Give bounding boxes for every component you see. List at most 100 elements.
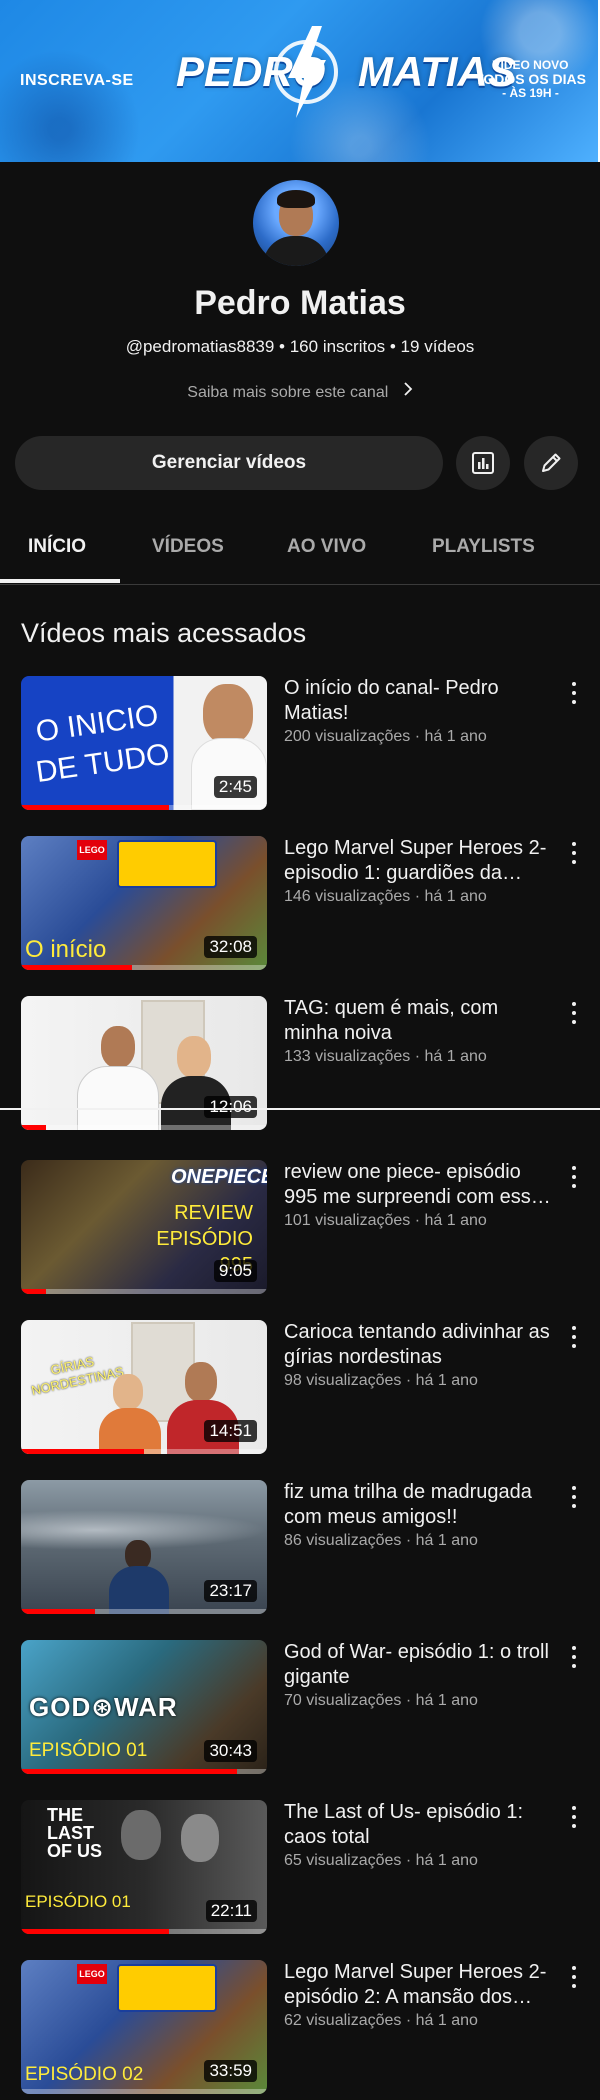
video-meta: 200 visualizações · há 1 ano: [284, 728, 487, 745]
watch-progress: [21, 1929, 169, 1934]
thumbnail-person2: [177, 1036, 211, 1078]
thumbnail-person-body: [109, 1566, 169, 1614]
video-item[interactable]: LEGO O início 32:08 Lego Marvel Super He…: [0, 836, 600, 976]
video-title[interactable]: review one piece- episódio 995 me surpre…: [284, 1160, 554, 1210]
banner-schedule: VÍDEO NOVO TODOS OS DIAS - ÀS 19H -: [475, 58, 586, 100]
analytics-button[interactable]: [456, 436, 510, 490]
video-title[interactable]: TAG: quem é mais, com minha noiva: [284, 996, 554, 1046]
video-title[interactable]: The Last of Us- episódio 1: caos total: [284, 1800, 554, 1850]
video-item[interactable]: GOD⊛WAR EPISÓDIO 01 30:43 God of War- ep…: [0, 1640, 600, 1780]
lego-logo: LEGO: [77, 840, 107, 860]
avatar-hair: [277, 190, 315, 208]
video-thumbnail[interactable]: GOD⊛WAR EPISÓDIO 01 30:43: [21, 1640, 267, 1774]
channel-avatar[interactable]: [253, 180, 339, 266]
thumbnail-person: [113, 1374, 143, 1410]
watch-progress: [21, 1125, 46, 1130]
video-item[interactable]: THE LAST OF US EPISÓDIO 01 22:11 The Last …: [0, 1800, 600, 1940]
thumbnail-person2: [181, 1814, 219, 1862]
video-thumbnail[interactable]: GÍRIAS NORDESTINAS 14:51: [21, 1320, 267, 1454]
video-duration: 33:59: [204, 2060, 257, 2082]
video-item[interactable]: 12:06 TAG: quem é mais, com minha noiva …: [0, 996, 600, 1136]
thumbnail-person: [101, 1026, 135, 1068]
thumbnail-text: EPISÓDIO 01: [29, 1740, 148, 1761]
thumbnail-person-body: [191, 738, 267, 810]
video-title[interactable]: O início do canal- Pedro Matias!: [284, 676, 554, 726]
video-thumbnail[interactable]: LEGO EPISÓDIO 02 33:59: [21, 1960, 267, 2094]
video-title[interactable]: Carioca tentando adivinhar as gírias nor…: [284, 1320, 554, 1370]
video-thumbnail[interactable]: O INICIO DE TUDO 2:45: [21, 676, 267, 810]
banner-schedule-line3: - ÀS 19H -: [502, 86, 559, 100]
channel-more-label: Saiba mais sobre este canal: [187, 384, 389, 401]
thumbnail-text: O INICIO DE TUDO: [33, 698, 172, 790]
video-meta: 65 visualizações · há 1 ano: [284, 1852, 478, 1869]
watch-progress: [21, 1609, 95, 1614]
video-duration: 14:51: [204, 1420, 257, 1442]
thumbnail-person-body: [99, 1408, 161, 1454]
more-vert-icon[interactable]: [566, 1966, 582, 1988]
video-thumbnail[interactable]: ONEPIECE REVIEW EPISÓDIO 995 9:05: [21, 1160, 267, 1294]
section-title: Vídeos mais acessados: [21, 618, 307, 648]
video-meta: 70 visualizações · há 1 ano: [284, 1692, 478, 1709]
avatar-body: [263, 236, 329, 266]
tab-inicio[interactable]: INÍCIO: [28, 528, 86, 584]
tab-videos[interactable]: VÍDEOS: [152, 528, 224, 584]
video-duration: 12:06: [204, 1096, 257, 1118]
more-vert-icon[interactable]: [566, 1486, 582, 1508]
video-duration: 22:11: [205, 1900, 257, 1922]
video-title[interactable]: God of War- episódio 1: o troll gigante: [284, 1640, 554, 1690]
video-title[interactable]: fiz uma trilha de madrugada com meus ami…: [284, 1480, 554, 1530]
video-item[interactable]: LEGO EPISÓDIO 02 33:59 Lego Marvel Super…: [0, 1960, 600, 2100]
video-title[interactable]: Lego Marvel Super Heroes 2- episódio 2: …: [284, 1960, 554, 2010]
thumbnail-person-body: [77, 1066, 159, 1130]
lightning-bolt-icon: [274, 26, 338, 118]
thumbnail-text: EPISÓDIO 02: [25, 2064, 144, 2085]
manage-videos-button[interactable]: Gerenciar vídeos: [15, 436, 443, 490]
channel-banner: INSCREVA-SE PEDRO MATIAS VÍDEO NOVO TODO…: [0, 0, 600, 162]
video-title[interactable]: Lego Marvel Super Heroes 2- episodio 1: …: [284, 836, 554, 886]
video-duration: 9:05: [213, 1260, 257, 1282]
banner-schedule-line2: TODOS OS DIAS: [475, 71, 586, 87]
video-meta: 62 visualizações · há 1 ano: [284, 2012, 478, 2029]
one-piece-logo: ONEPIECE: [171, 1166, 267, 1188]
thumbnail-person2: [185, 1362, 217, 1402]
more-vert-icon[interactable]: [566, 1326, 582, 1348]
game-logo: [117, 840, 217, 888]
video-thumbnail[interactable]: LEGO O início 32:08: [21, 836, 267, 970]
channel-more-link[interactable]: Saiba mais sobre este canal: [0, 381, 600, 402]
video-duration: 2:45: [213, 776, 257, 798]
video-item[interactable]: O INICIO DE TUDO 2:45 O início do canal-…: [0, 676, 600, 816]
last-of-us-logo: THE LAST OF US: [47, 1805, 103, 1861]
video-meta: 133 visualizações · há 1 ano: [284, 1048, 487, 1065]
channel-meta: @pedromatias8839 • 160 inscritos • 19 ví…: [125, 337, 475, 356]
more-vert-icon[interactable]: [566, 1806, 582, 1828]
progress-track: [21, 1125, 267, 1130]
more-vert-icon[interactable]: [566, 1002, 582, 1024]
watch-progress: [21, 965, 132, 970]
video-item[interactable]: 23:17 fiz uma trilha de madrugada com me…: [0, 1480, 600, 1620]
edit-channel-button[interactable]: [524, 436, 578, 490]
channel-tabs: INÍCIO VÍDEOS AO VIVO PLAYLISTS: [0, 528, 600, 585]
progress-track: [21, 2089, 267, 2094]
progress-track: [21, 1289, 267, 1294]
video-item[interactable]: ONEPIECE REVIEW EPISÓDIO 995 9:05 review…: [0, 1160, 600, 1300]
video-meta: 101 visualizações · há 1 ano: [284, 1212, 487, 1229]
video-thumbnail[interactable]: THE LAST OF US EPISÓDIO 01 22:11: [21, 1800, 267, 1934]
banner-subscribe-text: INSCREVA-SE: [20, 72, 134, 89]
video-meta: 146 visualizações · há 1 ano: [284, 888, 487, 905]
active-tab-indicator: [0, 579, 120, 583]
tab-ao-vivo[interactable]: AO VIVO: [287, 528, 366, 584]
video-item[interactable]: GÍRIAS NORDESTINAS 14:51 Carioca tentand…: [0, 1320, 600, 1460]
tab-playlists[interactable]: PLAYLISTS: [432, 528, 535, 584]
thumbnail-person: [121, 1810, 161, 1860]
video-thumbnail[interactable]: 23:17: [21, 1480, 267, 1614]
channel-name: Pedro Matias: [194, 284, 406, 322]
watch-progress: [21, 1769, 238, 1774]
video-duration: 32:08: [204, 936, 257, 958]
god-of-war-logo: GOD⊛WAR: [29, 1692, 178, 1722]
more-vert-icon[interactable]: [566, 1646, 582, 1668]
screenshot-divider: [0, 1108, 600, 1110]
more-vert-icon[interactable]: [566, 682, 582, 704]
video-duration: 23:17: [204, 1580, 257, 1602]
more-vert-icon[interactable]: [566, 842, 582, 864]
more-vert-icon[interactable]: [566, 1166, 582, 1188]
